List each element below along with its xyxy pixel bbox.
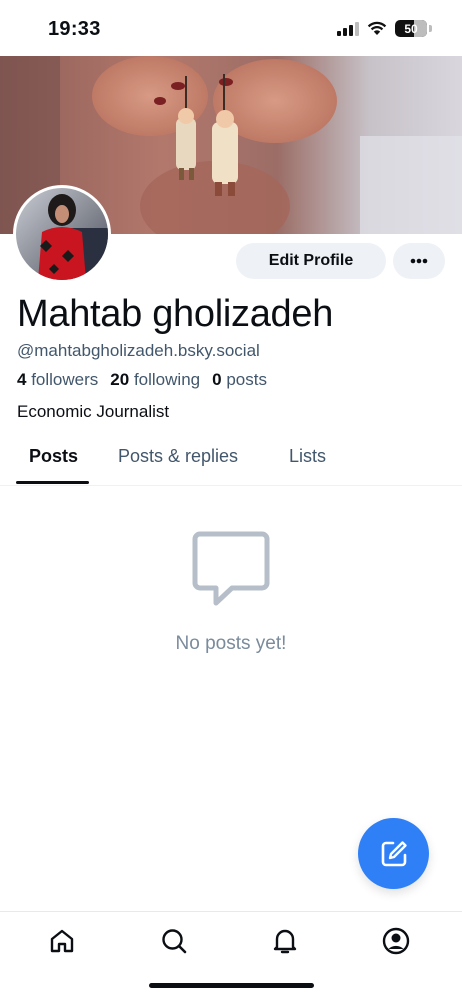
posts-label: posts	[226, 370, 267, 389]
nav-profile[interactable]	[381, 926, 411, 956]
home-icon	[50, 929, 74, 953]
nav-search[interactable]	[159, 926, 189, 956]
following-count: 20	[110, 370, 130, 389]
profile-bio: Economic Journalist	[17, 402, 170, 421]
message-bubble-icon	[192, 531, 270, 606]
compose-icon	[381, 840, 407, 866]
tab-posts-and-replies[interactable]: Posts & replies	[118, 446, 238, 467]
tab-posts[interactable]: Posts	[29, 446, 78, 467]
wifi-icon	[367, 21, 387, 35]
home-indicator[interactable]	[149, 983, 314, 988]
status-bar: 19:33 50	[0, 0, 462, 56]
battery-level: 50	[404, 21, 418, 36]
followers-stat[interactable]: 4 followers	[17, 370, 98, 390]
following-stat[interactable]: 20 following	[110, 370, 200, 390]
search-icon	[162, 929, 187, 954]
status-time: 19:33	[48, 18, 101, 40]
empty-state-text: No posts yet!	[175, 633, 287, 654]
nav-home[interactable]	[47, 926, 77, 956]
tab-lists[interactable]: Lists	[289, 446, 326, 467]
active-tab-indicator	[16, 481, 89, 484]
compose-post-button[interactable]	[358, 818, 429, 889]
nav-notifications[interactable]	[270, 926, 300, 956]
display-name: Mahtab gholizadeh	[17, 293, 334, 335]
following-label: following	[133, 370, 201, 389]
battery-icon: 50	[395, 20, 427, 37]
more-horizontal-icon	[410, 258, 428, 264]
notifications-icon	[273, 929, 297, 954]
signal-icon	[337, 21, 359, 36]
avatar[interactable]	[13, 185, 111, 283]
profile-handle: @mahtabgholizadeh.bsky.social	[17, 341, 260, 360]
followers-label: followers	[31, 370, 99, 389]
posts-stat: 0 posts	[212, 370, 267, 390]
followers-count: 4	[17, 370, 27, 389]
profile-stats: 4 followers 20 following 0 posts	[17, 370, 267, 390]
posts-count: 0	[212, 370, 222, 389]
status-icons: 50	[337, 20, 432, 37]
more-options-button[interactable]	[393, 243, 445, 279]
profile-icon	[382, 927, 410, 955]
profile-tabs: Posts Posts & replies Lists	[0, 436, 462, 486]
edit-profile-button[interactable]: Edit Profile	[236, 243, 386, 279]
